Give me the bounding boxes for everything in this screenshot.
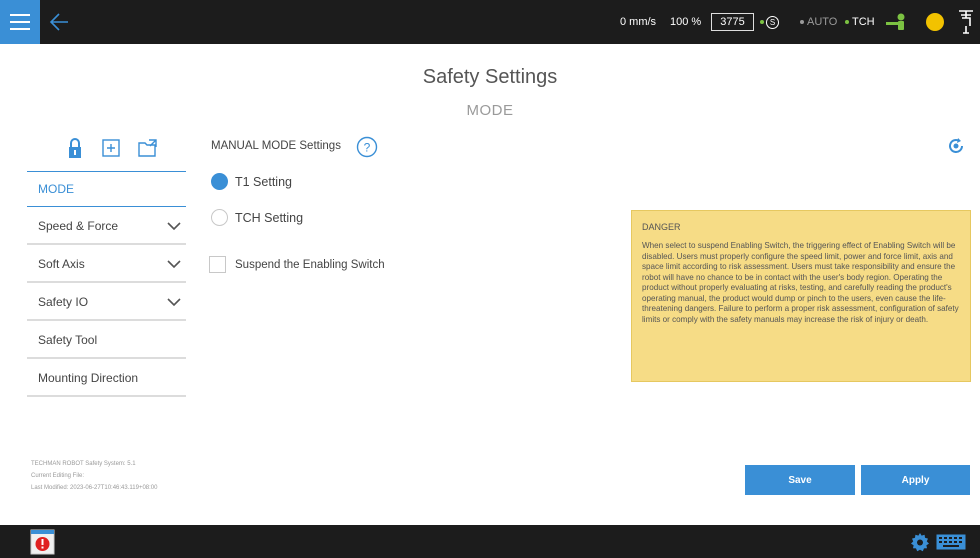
sidebar-item-label: Safety IO [38,295,89,309]
suspend-label: Suspend the Enabling Switch [235,258,385,271]
refresh-icon[interactable] [945,135,967,157]
safety-s-icon: S [766,15,779,29]
danger-title: DANGER [642,222,681,232]
auto-indicator: AUTO [800,0,837,44]
sidebar-toolbar [64,137,158,159]
manual-mode-title: MANUAL MODE Settings [211,140,341,152]
sidebar-item-label: Safety Tool [38,333,98,347]
top-bar: 0 mm/s 100 % 3775 S AUTO TCH [0,0,980,44]
sidebar-item-soft-axis[interactable]: Soft Axis [27,247,186,283]
end-effector-icon[interactable] [955,8,977,36]
current-file: Current Editing File: [31,473,85,479]
bottom-bar [0,525,980,558]
suspend-enabling-switch-option[interactable]: Suspend the Enabling Switch [209,256,385,273]
tch-setting-option[interactable]: TCH Setting [211,209,303,226]
suspend-checkbox[interactable] [209,256,226,273]
danger-warning-box: DANGER When select to suspend Enabling S… [631,210,971,382]
menu-icon-line [10,28,30,30]
tch-label: TCH [852,16,875,28]
system-info: TECHMAN ROBOT Safety System: 5.1 Current… [31,458,157,494]
lock-icon[interactable] [64,137,86,159]
sidebar-item-mounting-direction[interactable]: Mounting Direction [27,361,186,397]
sidebar-item-safety-tool[interactable]: Safety Tool [27,323,186,359]
back-arrow-icon[interactable] [46,8,74,36]
open-folder-icon[interactable] [136,137,158,159]
tch-dot [845,20,849,24]
sidebar-item-speed-force[interactable]: Speed & Force [27,209,186,245]
menu-icon-line [10,14,30,16]
tch-setting-label: TCH Setting [235,210,304,225]
last-modified: Last Modified: 2023-06-27T10:46:43.119+0… [31,485,158,491]
chevron-down-icon [167,222,181,231]
chevron-down-icon [167,298,181,307]
auto-label: AUTO [807,16,838,28]
new-file-icon[interactable] [100,137,122,159]
safety-indicator: S [760,0,779,44]
t1-radio[interactable] [211,173,228,190]
tch-radio[interactable] [211,209,228,226]
speed-readout: 0 mm/s [620,16,657,28]
sidebar-item-label: Speed & Force [38,219,119,233]
page-subtitle: MODE [466,102,514,119]
danger-text: When select to suspend Enabling Switch, … [642,241,959,324]
page-title: Safety Settings [422,66,558,88]
svg-text:?: ? [364,141,371,155]
help-icon[interactable]: ? [356,136,378,158]
safety-dot [760,20,764,24]
sidebar-nav: MODE Speed & Force Soft Axis Safety IO S… [27,171,186,397]
menu-button[interactable] [0,0,40,44]
menu-icon-line [10,21,30,23]
speed-percent: 100 % [670,16,702,28]
sidebar-item-mode[interactable]: MODE [27,171,186,207]
counter-box[interactable]: 3775 [711,13,754,31]
system-version: TECHMAN ROBOT Safety System: 5.1 [31,461,136,467]
status-light-icon[interactable] [926,13,944,31]
robot-status-icon[interactable] [884,12,908,32]
sidebar-item-label: MODE [38,182,74,196]
t1-label: T1 Setting [235,174,292,189]
auto-dot [800,20,804,24]
sidebar-item-label: Mounting Direction [38,371,139,385]
sidebar-item-safety-io[interactable]: Safety IO [27,285,186,321]
tch-indicator: TCH [845,0,875,44]
alert-icon[interactable] [30,529,55,555]
chevron-down-icon [167,260,181,269]
gear-icon[interactable] [910,532,930,552]
t1-setting-option[interactable]: T1 Setting [211,173,292,190]
keyboard-icon[interactable] [936,534,966,550]
sidebar-item-label: Soft Axis [38,257,85,271]
save-button[interactable]: Save [745,465,855,495]
apply-button[interactable]: Apply [861,465,970,495]
